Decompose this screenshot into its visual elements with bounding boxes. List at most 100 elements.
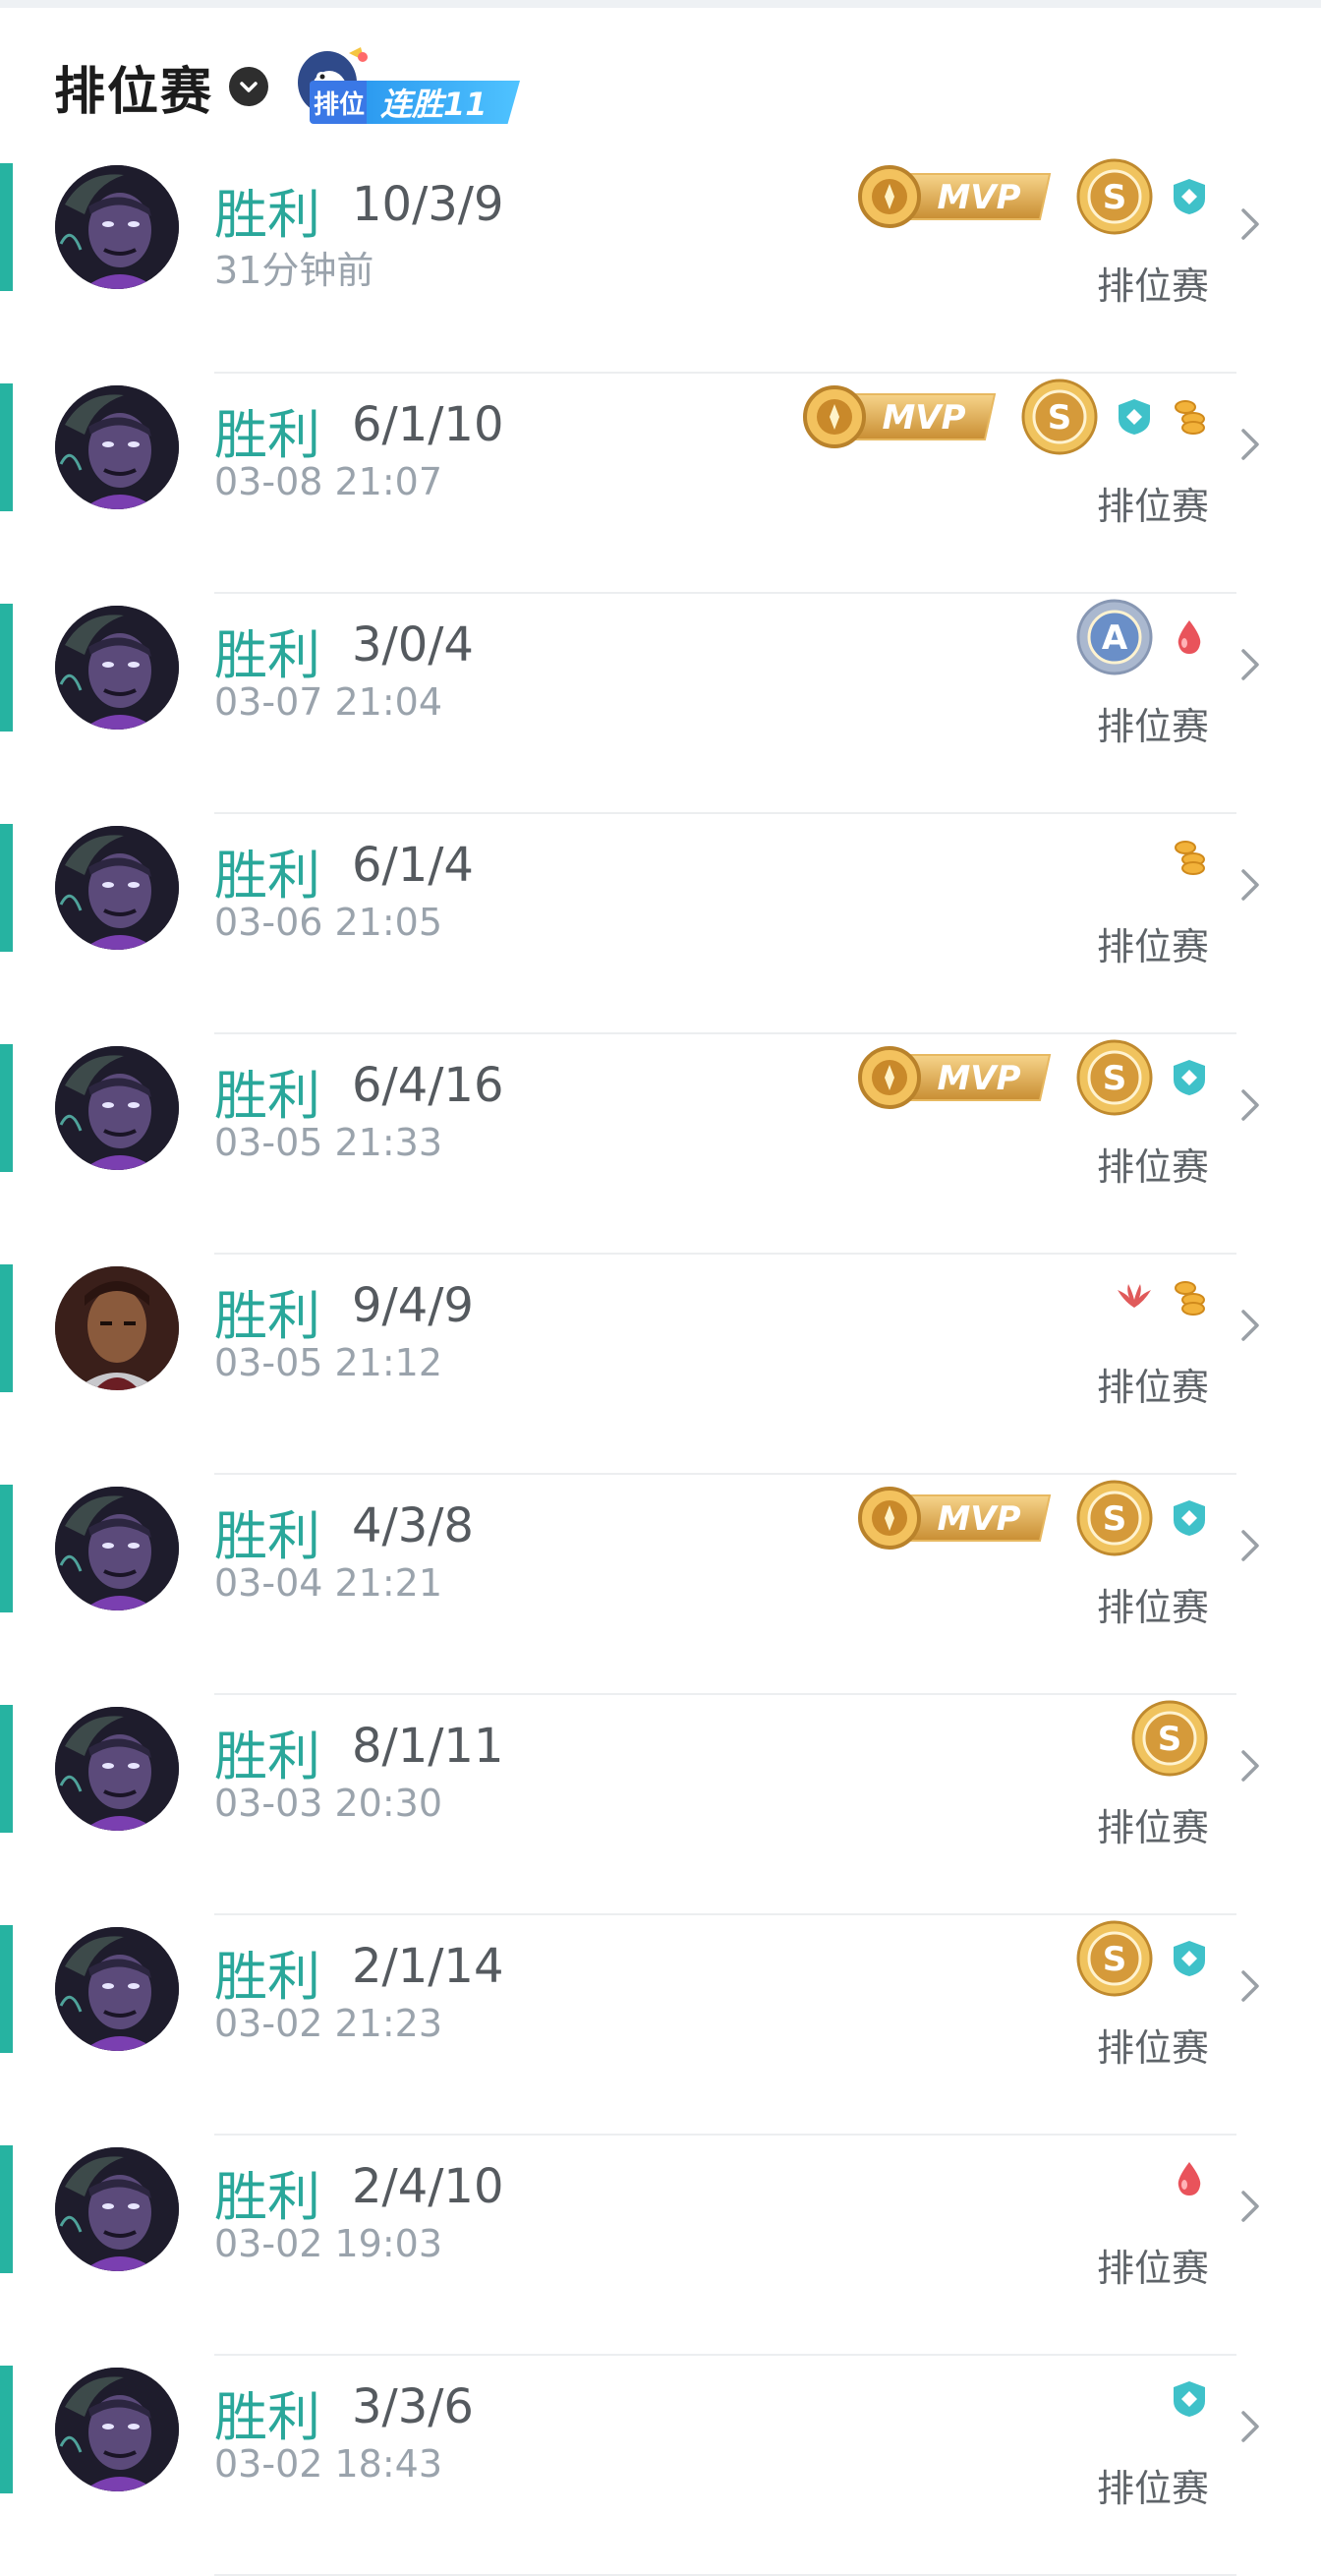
match-row[interactable]: 胜利 6/1/4 03-06 21:05 排位赛 <box>0 814 1321 1034</box>
svg-text:MVP: MVP <box>937 178 1020 217</box>
chevron-right-icon[interactable] <box>1238 1746 1262 1789</box>
shield-icon <box>1170 2379 1209 2419</box>
match-mode: 排位赛 <box>1096 1806 1209 1849</box>
medal-s-icon: S <box>1020 378 1099 456</box>
medal-a-icon: A <box>1075 598 1154 676</box>
row-accent-bar <box>0 604 13 732</box>
chevron-right-icon[interactable] <box>1238 865 1262 908</box>
svg-text:MVP: MVP <box>937 1059 1020 1098</box>
chevron-right-icon[interactable] <box>1238 205 1262 248</box>
match-row[interactable]: 胜利 8/1/11 03-03 20:30 S 排位赛 <box>0 1695 1321 1915</box>
match-kda: 3/0/4 <box>352 617 474 673</box>
match-mode: 排位赛 <box>1096 2026 1209 2070</box>
page-title[interactable]: 排位赛 <box>54 50 213 124</box>
match-row[interactable]: 胜利 9/4/9 03-05 21:12 排位赛 <box>0 1255 1321 1475</box>
row-accent-bar <box>0 1705 13 1833</box>
match-mode: 排位赛 <box>1096 705 1209 748</box>
chevron-right-icon[interactable] <box>1238 1306 1262 1349</box>
match-kda: 2/4/10 <box>352 2159 504 2214</box>
chevron-right-icon[interactable] <box>1238 1085 1262 1129</box>
svg-text:S: S <box>1103 1059 1127 1098</box>
chevron-down-icon[interactable] <box>229 67 269 106</box>
hero-avatar <box>55 606 179 730</box>
match-result: 胜利 <box>214 1726 320 1787</box>
medal-s-icon: S <box>1130 1699 1209 1778</box>
win-streak-badge: 排位 连胜11 <box>290 43 526 130</box>
header: 排位赛 排位 连胜11 <box>54 43 526 130</box>
match-badges: S <box>1130 1697 1209 1780</box>
match-time: 03-03 20:30 <box>214 1782 443 1825</box>
match-kda: 6/1/10 <box>352 397 504 452</box>
match-result: 胜利 <box>214 2166 320 2228</box>
match-mode: 排位赛 <box>1096 485 1209 528</box>
match-result: 胜利 <box>214 2386 320 2448</box>
match-mode: 排位赛 <box>1096 1145 1209 1189</box>
match-row[interactable]: 胜利 10/3/9 31分钟前 MVP S 排位赛 <box>0 153 1321 374</box>
row-accent-bar <box>0 824 13 952</box>
shield-icon <box>1115 397 1154 437</box>
match-mode: 排位赛 <box>1096 1366 1209 1409</box>
match-kda: 10/3/9 <box>352 177 504 232</box>
svg-text:S: S <box>1103 1940 1127 1979</box>
match-badges <box>1170 2137 1209 2220</box>
row-accent-bar <box>0 2145 13 2273</box>
row-accent-bar <box>0 1485 13 1612</box>
chevron-right-icon[interactable] <box>1238 2407 1262 2450</box>
streak-tag: 排位 <box>310 81 370 124</box>
match-time: 03-07 21:04 <box>214 680 443 724</box>
shield-icon <box>1170 1058 1209 1097</box>
match-badges: S <box>1075 1917 1209 2000</box>
match-badges: MVP S <box>802 376 1209 458</box>
match-kda: 6/1/4 <box>352 838 474 893</box>
match-mode: 排位赛 <box>1096 1586 1209 1629</box>
match-mode: 排位赛 <box>1096 2247 1209 2290</box>
match-result: 胜利 <box>214 1065 320 1127</box>
match-result: 胜利 <box>214 184 320 246</box>
match-row[interactable]: 胜利 4/3/8 03-04 21:21 MVP S 排位赛 <box>0 1475 1321 1695</box>
hero-avatar <box>55 1487 179 1610</box>
match-row[interactable]: 胜利 6/4/16 03-05 21:33 MVP S 排位赛 <box>0 1034 1321 1255</box>
wings-icon <box>1115 1278 1154 1317</box>
coins-icon <box>1170 838 1209 877</box>
hero-avatar <box>55 2368 179 2491</box>
match-time: 03-02 19:03 <box>214 2222 443 2265</box>
match-time: 03-05 21:33 <box>214 1121 443 1164</box>
match-result: 胜利 <box>214 1285 320 1347</box>
mvp-badge-icon: MVP <box>802 384 1005 449</box>
chevron-right-icon[interactable] <box>1238 425 1262 468</box>
chevron-right-icon[interactable] <box>1238 1526 1262 1569</box>
chevron-right-icon[interactable] <box>1238 645 1262 688</box>
hero-avatar <box>55 2147 179 2271</box>
hero-avatar <box>55 1266 179 1390</box>
match-result: 胜利 <box>214 1505 320 1567</box>
svg-text:S: S <box>1103 178 1127 217</box>
mvp-badge-icon: MVP <box>857 1045 1060 1110</box>
match-result: 胜利 <box>214 624 320 686</box>
svg-text:S: S <box>1103 1499 1127 1539</box>
match-badges <box>1170 816 1209 899</box>
chevron-right-icon[interactable] <box>1238 1966 1262 2010</box>
match-kda: 8/1/11 <box>352 1719 504 1774</box>
blood-drop-icon <box>1170 2159 1209 2198</box>
hero-avatar <box>55 1046 179 1170</box>
match-row[interactable]: 胜利 2/4/10 03-02 19:03 排位赛 <box>0 2136 1321 2356</box>
streak-label: 连胜11 <box>367 81 521 124</box>
coins-icon <box>1170 397 1209 437</box>
row-accent-bar <box>0 163 13 291</box>
match-badges: MVP S <box>857 155 1209 238</box>
mvp-badge-icon: MVP <box>857 164 1060 229</box>
mvp-badge-icon: MVP <box>857 1486 1060 1551</box>
top-divider <box>0 0 1321 8</box>
match-row[interactable]: 胜利 6/1/10 03-08 21:07 MVP S 排位赛 <box>0 374 1321 594</box>
match-row[interactable]: 胜利 2/1/14 03-02 21:23 S 排位赛 <box>0 1915 1321 2136</box>
row-accent-bar <box>0 1925 13 2053</box>
match-result: 胜利 <box>214 845 320 907</box>
chevron-right-icon[interactable] <box>1238 2187 1262 2230</box>
match-row[interactable]: 胜利 3/0/4 03-07 21:04 A 排位赛 <box>0 594 1321 814</box>
row-accent-bar <box>0 2366 13 2493</box>
hero-avatar <box>55 385 179 509</box>
match-row[interactable]: 胜利 3/3/6 03-02 18:43 排位赛 <box>0 2356 1321 2576</box>
medal-s-icon: S <box>1075 1919 1154 1998</box>
match-badges <box>1170 2358 1209 2440</box>
hero-avatar <box>55 165 179 289</box>
